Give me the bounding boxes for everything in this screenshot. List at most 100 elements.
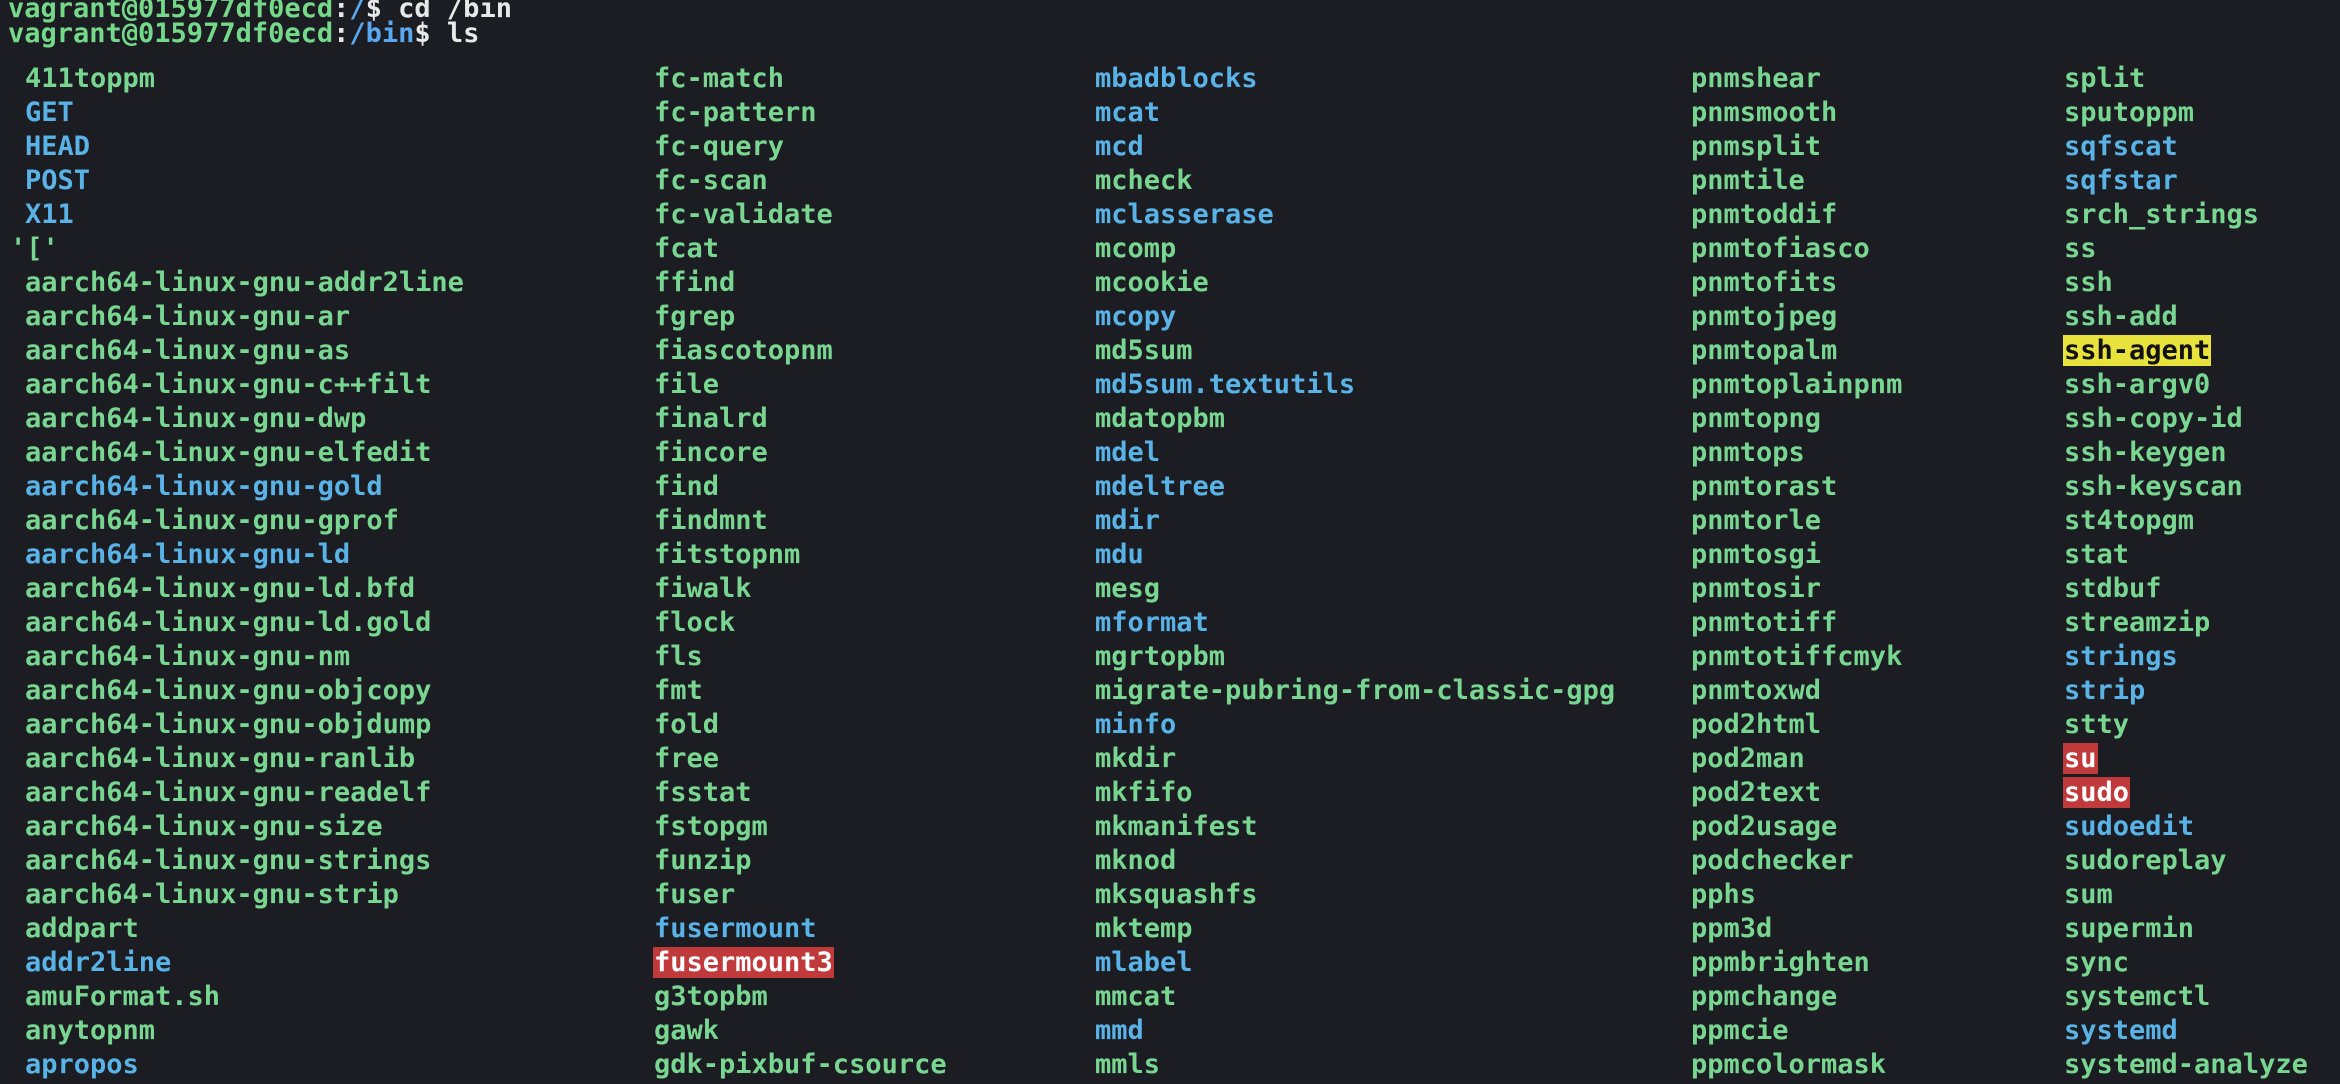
ls-entry: fmt: [654, 675, 703, 706]
ls-entry: gawk: [654, 1015, 720, 1046]
ls-entry: pnmtoddif: [1691, 199, 1838, 230]
ls-entry: mcomp: [1095, 233, 1177, 264]
ls-entry: streamzip: [2064, 607, 2211, 638]
ls-entry: pod2man: [1691, 743, 1805, 774]
ls-entry: pnmtile: [1691, 165, 1805, 196]
ls-entry: sqfscat: [2064, 131, 2178, 162]
ls-entry: stat: [2064, 539, 2130, 570]
ls-entry: pnmtoxwd: [1691, 675, 1822, 706]
ls-entry: POST: [25, 165, 91, 196]
ls-entry: srch_strings: [2064, 199, 2260, 230]
ls-entry: finalrd: [654, 403, 768, 434]
ls-entry: 411toppm: [25, 63, 156, 94]
ls-entry: systemctl: [2064, 981, 2211, 1012]
ls-entry: anytopnm: [25, 1015, 156, 1046]
ls-entry: sudoedit: [2064, 811, 2195, 842]
ls-entry: fcat: [654, 233, 720, 264]
ls-entry: ssh-copy-id: [2064, 403, 2243, 434]
ls-entry: pnmshear: [1691, 63, 1822, 94]
ls-entry: apropos: [25, 1049, 139, 1080]
ls-entry: aarch64-linux-gnu-objdump: [25, 709, 432, 740]
ls-entry: mcat: [1095, 97, 1161, 128]
ls-entry: ssh-agent: [2063, 335, 2212, 366]
ls-entry: aarch64-linux-gnu-gprof: [25, 505, 399, 536]
ls-entry: md5sum.textutils: [1095, 369, 1356, 400]
ls-entry: ppmbrighten: [1691, 947, 1870, 978]
prompt-path: /bin: [349, 18, 415, 49]
ls-entry: pnmtopalm: [1691, 335, 1838, 366]
ls-entry: mmls: [1095, 1049, 1161, 1080]
ls-entry: ppmcolormask: [1691, 1049, 1887, 1080]
ls-entry: mclasserase: [1095, 199, 1274, 230]
ls-entry: ssh-keyscan: [2064, 471, 2243, 502]
ls-entry: md5sum: [1095, 335, 1193, 366]
ls-entry: mkfifo: [1095, 777, 1193, 808]
ls-entry: mktemp: [1095, 913, 1193, 944]
ls-entry: flock: [654, 607, 736, 638]
ls-entry: aarch64-linux-gnu-ld.bfd: [25, 573, 416, 604]
ls-entry: fc-scan: [654, 165, 768, 196]
ls-entry: aarch64-linux-gnu-size: [25, 811, 383, 842]
ls-entry: mcookie: [1095, 267, 1209, 298]
ls-entry: fincore: [654, 437, 768, 468]
ls-entry: aarch64-linux-gnu-ar: [25, 301, 351, 332]
ls-entry: stdbuf: [2064, 573, 2162, 604]
prompt-dollar: $: [414, 18, 431, 49]
ls-entry: fusermount: [654, 913, 817, 944]
ls-entry: aarch64-linux-gnu-ld.gold: [25, 607, 432, 638]
ls-entry: ssh-add: [2064, 301, 2178, 332]
prompt-command: ls: [430, 18, 480, 49]
ls-entry: HEAD: [25, 131, 91, 162]
ls-entry: systemd-analyze: [2064, 1049, 2308, 1080]
ls-entry: sudo: [2063, 777, 2131, 808]
ls-entry: X11: [25, 199, 74, 230]
ls-entry: pnmtops: [1691, 437, 1805, 468]
ls-entry: mcopy: [1095, 301, 1177, 332]
ls-entry: fusermount3: [653, 947, 834, 978]
ls-entry: mcd: [1095, 131, 1144, 162]
ls-entry: aarch64-linux-gnu-gold: [25, 471, 383, 502]
ls-entry: mmcat: [1095, 981, 1177, 1012]
ls-entry: aarch64-linux-gnu-ranlib: [25, 743, 416, 774]
ls-entry: stty: [2064, 709, 2130, 740]
ls-entry: pod2usage: [1691, 811, 1838, 842]
ls-entry: sputoppm: [2064, 97, 2195, 128]
ls-entry: aarch64-linux-gnu-elfedit: [25, 437, 432, 468]
ls-entry: pnmtosir: [1691, 573, 1822, 604]
ls-entry: ssh-keygen: [2064, 437, 2227, 468]
ls-entry: aarch64-linux-gnu-dwp: [25, 403, 367, 434]
ls-entry: g3topbm: [654, 981, 768, 1012]
ls-entry: mkmanifest: [1095, 811, 1258, 842]
ls-entry: sudoreplay: [2064, 845, 2227, 876]
ls-entry: pod2text: [1691, 777, 1822, 808]
ls-entry: ppm3d: [1691, 913, 1773, 944]
ls-entry: fiwalk: [654, 573, 752, 604]
ls-entry: file: [654, 369, 720, 400]
ls-entry: mdu: [1095, 539, 1144, 570]
ls-entry: podchecker: [1691, 845, 1854, 876]
ls-entry: sync: [2064, 947, 2130, 978]
ls-entry: '[': [10, 233, 59, 264]
ls-entry: mdeltree: [1095, 471, 1226, 502]
ls-entry: st4topgm: [2064, 505, 2195, 536]
ls-entry: ffind: [654, 267, 736, 298]
ls-entry: fiascotopnm: [654, 335, 833, 366]
ls-entry: fold: [654, 709, 720, 740]
ls-entry: mdir: [1095, 505, 1161, 536]
ls-entry: aarch64-linux-gnu-strip: [25, 879, 399, 910]
ls-entry: sqfstar: [2064, 165, 2178, 196]
ls-entry: strip: [2064, 675, 2146, 706]
ls-entry: pnmtotiffcmyk: [1691, 641, 1903, 672]
ls-entry: pod2html: [1691, 709, 1822, 740]
ls-entry: amuFormat.sh: [25, 981, 221, 1012]
ls-entry: aarch64-linux-gnu-addr2line: [25, 267, 464, 298]
prompt-user-host: vagrant@015977df0ecd: [8, 18, 334, 49]
ls-entry: aarch64-linux-gnu-strings: [25, 845, 432, 876]
ls-entry: strings: [2064, 641, 2178, 672]
ls-entry: mdel: [1095, 437, 1161, 468]
ls-entry: fuser: [654, 879, 736, 910]
terminal-window[interactable]: vagrant@015977df0ecd:/$ cd /bin vagrant@…: [0, 0, 2340, 1084]
ls-entry: ssh: [2064, 267, 2113, 298]
ls-entry: mlabel: [1095, 947, 1193, 978]
ls-entry: find: [654, 471, 720, 502]
